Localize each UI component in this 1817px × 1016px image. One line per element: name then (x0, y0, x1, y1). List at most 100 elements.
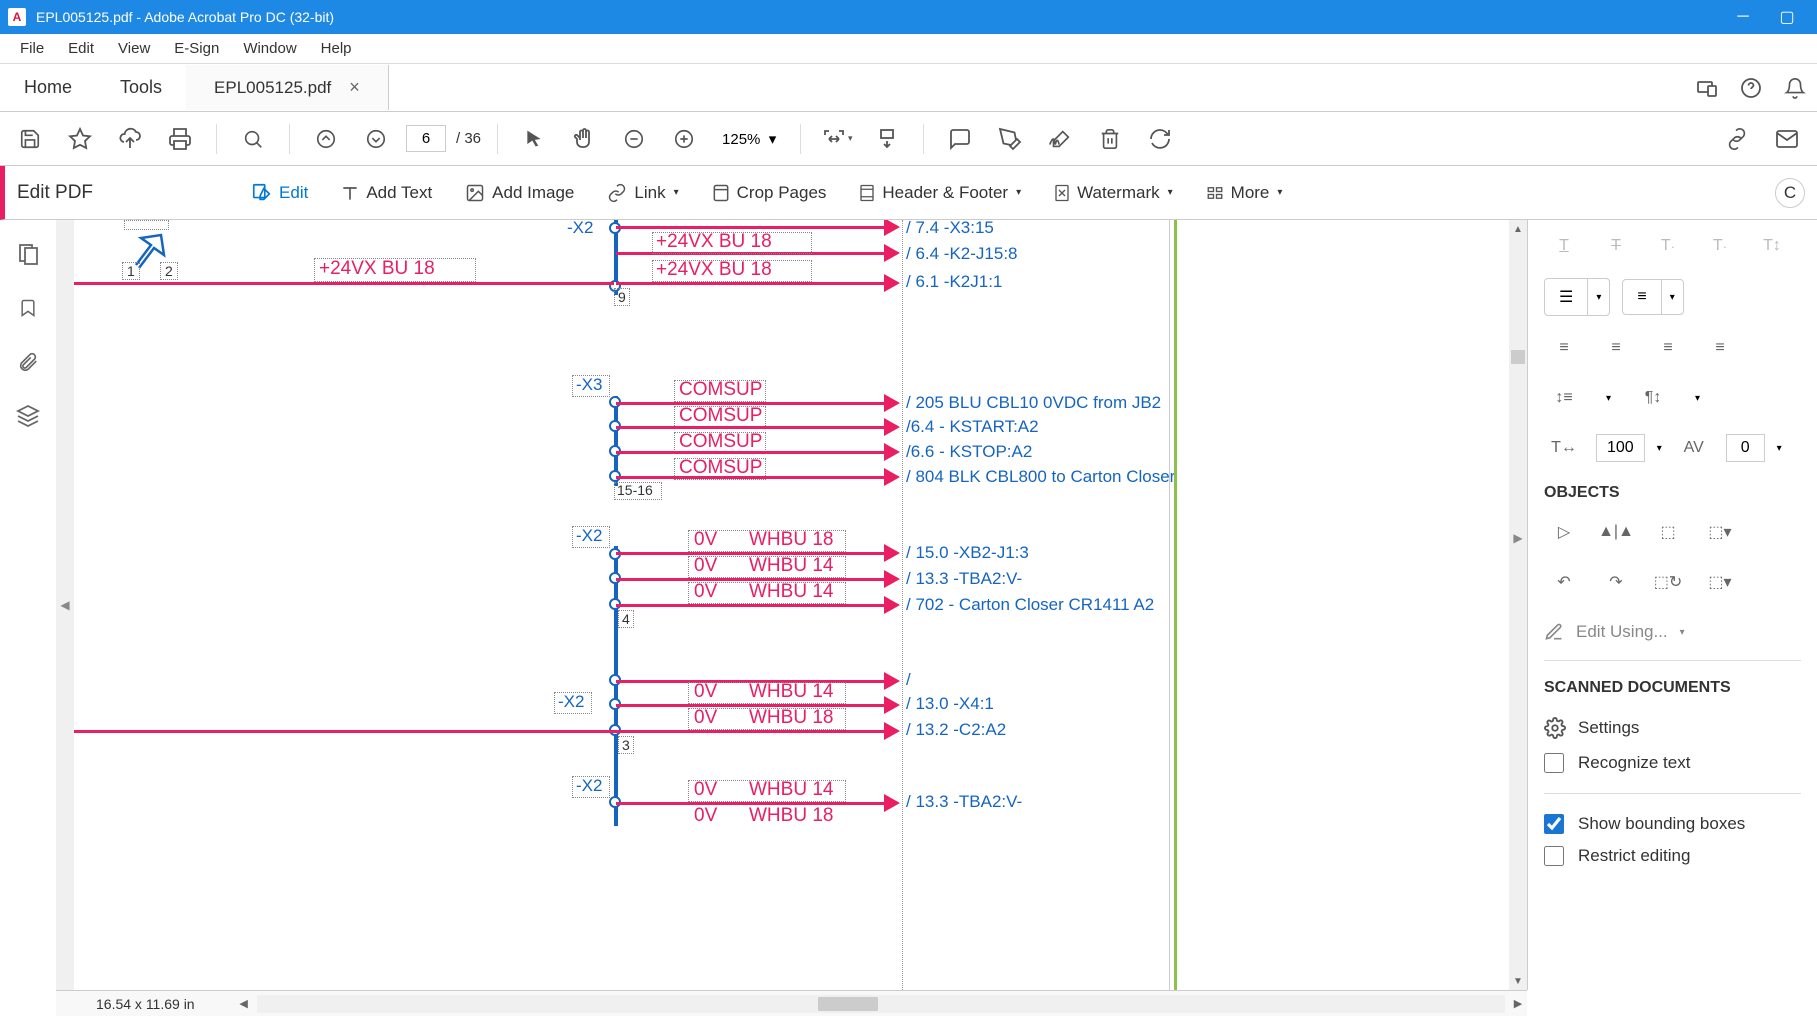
document-page[interactable]: -X2 1 2 +24VX BU 18 / 7.4 -X3:15 +24VX B… (74, 220, 1509, 990)
text-super-icon[interactable]: T· (1648, 228, 1688, 264)
left-panel-collapse[interactable]: ◀ (56, 220, 74, 990)
select-tool-icon[interactable] (514, 119, 554, 159)
cloud-upload-icon[interactable] (110, 119, 150, 159)
rotate-ccw-icon[interactable]: ↶ (1544, 564, 1584, 600)
close-tab-icon[interactable]: × (349, 77, 360, 98)
help-icon[interactable] (1729, 64, 1773, 112)
vertical-scrollbar[interactable]: ▲ ▼ (1509, 220, 1527, 990)
print-icon[interactable] (160, 119, 200, 159)
comment-icon[interactable] (940, 119, 980, 159)
status-bar: 16.54 x 11.69 in ◀ ▶ (56, 990, 1527, 1016)
menu-esign[interactable]: E-Sign (162, 36, 231, 61)
delete-icon[interactable] (1090, 119, 1130, 159)
page-down-icon[interactable] (356, 119, 396, 159)
align-justify-icon[interactable]: ≡ (1700, 330, 1740, 366)
menu-bar: File Edit View E-Sign Window Help (0, 34, 1817, 64)
zoom-out-icon[interactable] (614, 119, 654, 159)
email-icon[interactable] (1767, 119, 1807, 159)
text-strike-icon[interactable]: T (1596, 228, 1636, 264)
document-area: ◀ -X2 1 2 +24VX BU 18 / 7.4 -X3:15 (56, 220, 1527, 990)
align-left-icon[interactable]: ≡ (1544, 330, 1584, 366)
tab-document[interactable]: EPL005125.pdf × (186, 65, 389, 110)
scroll-up-arrow[interactable]: ▲ (1509, 220, 1527, 238)
text-scale-value[interactable]: 100 (1596, 434, 1645, 462)
menu-help[interactable]: Help (309, 36, 364, 61)
menu-file[interactable]: File (8, 36, 56, 61)
char-spacing-icon[interactable]: AV (1674, 430, 1714, 466)
edit-pdf-toolbar: Edit PDF Edit Add Text Add Image Link▾ C… (0, 166, 1817, 220)
rotate-icon[interactable] (1140, 119, 1180, 159)
page-dimensions: 16.54 x 11.69 in (56, 996, 235, 1012)
settings-button[interactable]: Settings (1544, 709, 1801, 747)
save-icon[interactable] (10, 119, 50, 159)
line-height-icon[interactable]: ↕≡ (1544, 380, 1584, 416)
menu-view[interactable]: View (106, 36, 162, 61)
replace-image-icon[interactable]: ⬚↻ (1648, 564, 1688, 600)
thumbnails-icon[interactable] (14, 240, 42, 268)
zoom-in-icon[interactable] (664, 119, 704, 159)
minimize-button[interactable]: ─ (1721, 0, 1765, 34)
fit-width-icon[interactable]: ▾ (817, 119, 857, 159)
text-underline-icon[interactable]: T̲ (1544, 228, 1584, 264)
zoom-select[interactable]: 125% ▾ (714, 126, 784, 152)
horizontal-scrollbar[interactable] (257, 995, 1505, 1013)
arrange-icon[interactable]: ⬚▾ (1700, 514, 1740, 550)
hscroll-right-arrow[interactable]: ▶ (1509, 997, 1527, 1010)
flip-vertical-icon[interactable]: ▷ (1544, 514, 1584, 550)
tool-crop[interactable]: Crop Pages (697, 174, 841, 212)
hand-tool-icon[interactable] (564, 119, 604, 159)
search-icon[interactable] (233, 119, 273, 159)
number-list-button[interactable]: ≡▾ (1622, 279, 1683, 315)
menu-window[interactable]: Window (231, 36, 308, 61)
tool-add-text[interactable]: Add Text (326, 175, 446, 211)
tool-more[interactable]: More▾ (1191, 175, 1297, 211)
restrict-editing-checkbox[interactable]: Restrict editing (1544, 840, 1801, 872)
tool-watermark[interactable]: Watermark▾ (1039, 174, 1187, 212)
share-link-icon[interactable] (1717, 119, 1757, 159)
scroll-thumb[interactable] (1511, 350, 1525, 364)
menu-edit[interactable]: Edit (56, 36, 106, 61)
page-number-input[interactable] (406, 125, 446, 152)
bookmark-icon[interactable] (14, 294, 42, 322)
tab-home[interactable]: Home (0, 65, 96, 110)
align-objects-icon[interactable]: ⬚▾ (1700, 564, 1740, 600)
tool-edit[interactable]: Edit (237, 174, 322, 212)
tool-close[interactable]: C (1775, 178, 1805, 208)
tool-add-image[interactable]: Add Image (450, 175, 588, 211)
crop-object-icon[interactable]: ⬚ (1648, 514, 1688, 550)
mirror-icon[interactable]: ▲|▲ (1596, 514, 1636, 550)
left-nav-rail (0, 220, 56, 430)
paragraph-spacing-icon[interactable]: ¶↕ (1633, 380, 1673, 416)
align-center-icon[interactable]: ≡ (1596, 330, 1636, 366)
tool-link[interactable]: Link▾ (592, 175, 692, 211)
sign-icon[interactable] (1040, 119, 1080, 159)
maximize-button[interactable]: ▢ (1765, 0, 1809, 34)
bullet-list-button[interactable]: ☰▾ (1544, 278, 1610, 316)
show-bounding-boxes-checkbox[interactable]: Show bounding boxes (1544, 808, 1801, 840)
hscroll-left-arrow[interactable]: ◀ (235, 997, 253, 1010)
star-icon[interactable] (60, 119, 100, 159)
rotate-cw-icon[interactable]: ↷ (1596, 564, 1636, 600)
char-spacing-value[interactable]: 0 (1726, 434, 1765, 462)
layers-icon[interactable] (14, 402, 42, 430)
edit-pdf-title: Edit PDF (17, 182, 233, 204)
scroll-mode-icon[interactable] (867, 119, 907, 159)
terminal-label-x2: -X2 (567, 220, 593, 238)
page-up-icon[interactable] (306, 119, 346, 159)
text-sub-icon[interactable]: T· (1700, 228, 1740, 264)
align-right-icon[interactable]: ≡ (1648, 330, 1688, 366)
bell-icon[interactable] (1773, 64, 1817, 112)
recognize-text-checkbox[interactable]: Recognize text (1544, 747, 1801, 779)
attachment-icon[interactable] (14, 348, 42, 376)
devices-icon[interactable] (1685, 64, 1729, 112)
horizontal-scale-icon[interactable]: T↔ (1544, 430, 1584, 466)
right-panel-collapse[interactable]: ▶ (1509, 508, 1527, 568)
tool-header-footer[interactable]: Header & Footer▾ (844, 174, 1035, 212)
main-toolbar: / 36 125% ▾ ▾ (0, 112, 1817, 166)
tab-tools[interactable]: Tools (96, 65, 186, 110)
edit-using-button[interactable]: Edit Using... ▾ (1544, 614, 1801, 650)
tab-document-label: EPL005125.pdf (214, 78, 331, 98)
highlight-icon[interactable] (990, 119, 1030, 159)
scroll-down-arrow[interactable]: ▼ (1509, 972, 1527, 990)
text-scale-icon[interactable]: T↕ (1752, 228, 1792, 264)
